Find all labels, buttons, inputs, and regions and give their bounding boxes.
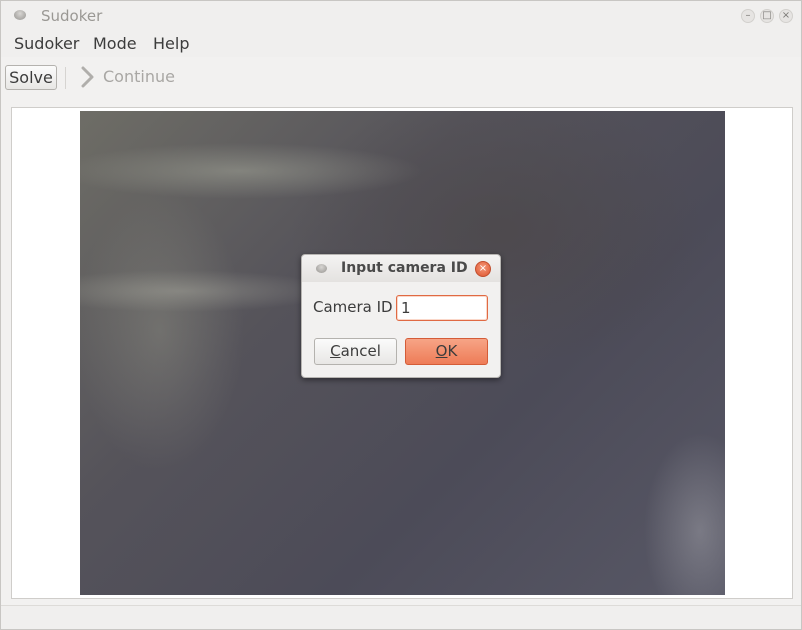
menu-bar: Sudoker Mode Help xyxy=(1,31,801,57)
maximize-button[interactable]: □ xyxy=(760,9,774,23)
ok-label-rest: K xyxy=(447,342,458,360)
ok-mnemonic: O xyxy=(435,342,448,360)
continue-button[interactable]: Continue xyxy=(103,67,175,86)
menu-sudoker[interactable]: Sudoker xyxy=(14,34,79,53)
app-icon xyxy=(14,10,26,20)
title-bar[interactable]: Sudoker – □ × xyxy=(1,1,801,31)
ok-button[interactable]: OK xyxy=(405,338,488,365)
dialog-app-icon xyxy=(316,264,327,273)
dialog-title-bar[interactable]: Input camera ID × xyxy=(302,255,500,282)
solve-button[interactable]: Solve xyxy=(5,65,57,90)
input-camera-id-dialog: Input camera ID × Camera ID Cancel OK xyxy=(301,254,501,378)
menu-help[interactable]: Help xyxy=(153,34,189,53)
cancel-mnemonic: C xyxy=(330,342,341,360)
cancel-button[interactable]: Cancel xyxy=(314,338,397,365)
dialog-close-icon[interactable]: × xyxy=(475,261,491,277)
camera-id-label: Camera ID xyxy=(313,298,393,316)
camera-id-input[interactable] xyxy=(396,295,488,321)
window-title: Sudoker xyxy=(41,7,103,25)
toolbar: Solve Continue xyxy=(1,57,801,99)
status-bar xyxy=(1,605,801,629)
close-window-button[interactable]: × xyxy=(779,9,793,23)
cancel-label-rest: ancel xyxy=(340,342,381,360)
minimize-button[interactable]: – xyxy=(741,9,755,23)
dialog-title: Input camera ID xyxy=(341,260,468,276)
toolbar-separator xyxy=(65,67,66,89)
menu-mode[interactable]: Mode xyxy=(93,34,137,53)
chevron-right-icon xyxy=(81,66,94,88)
